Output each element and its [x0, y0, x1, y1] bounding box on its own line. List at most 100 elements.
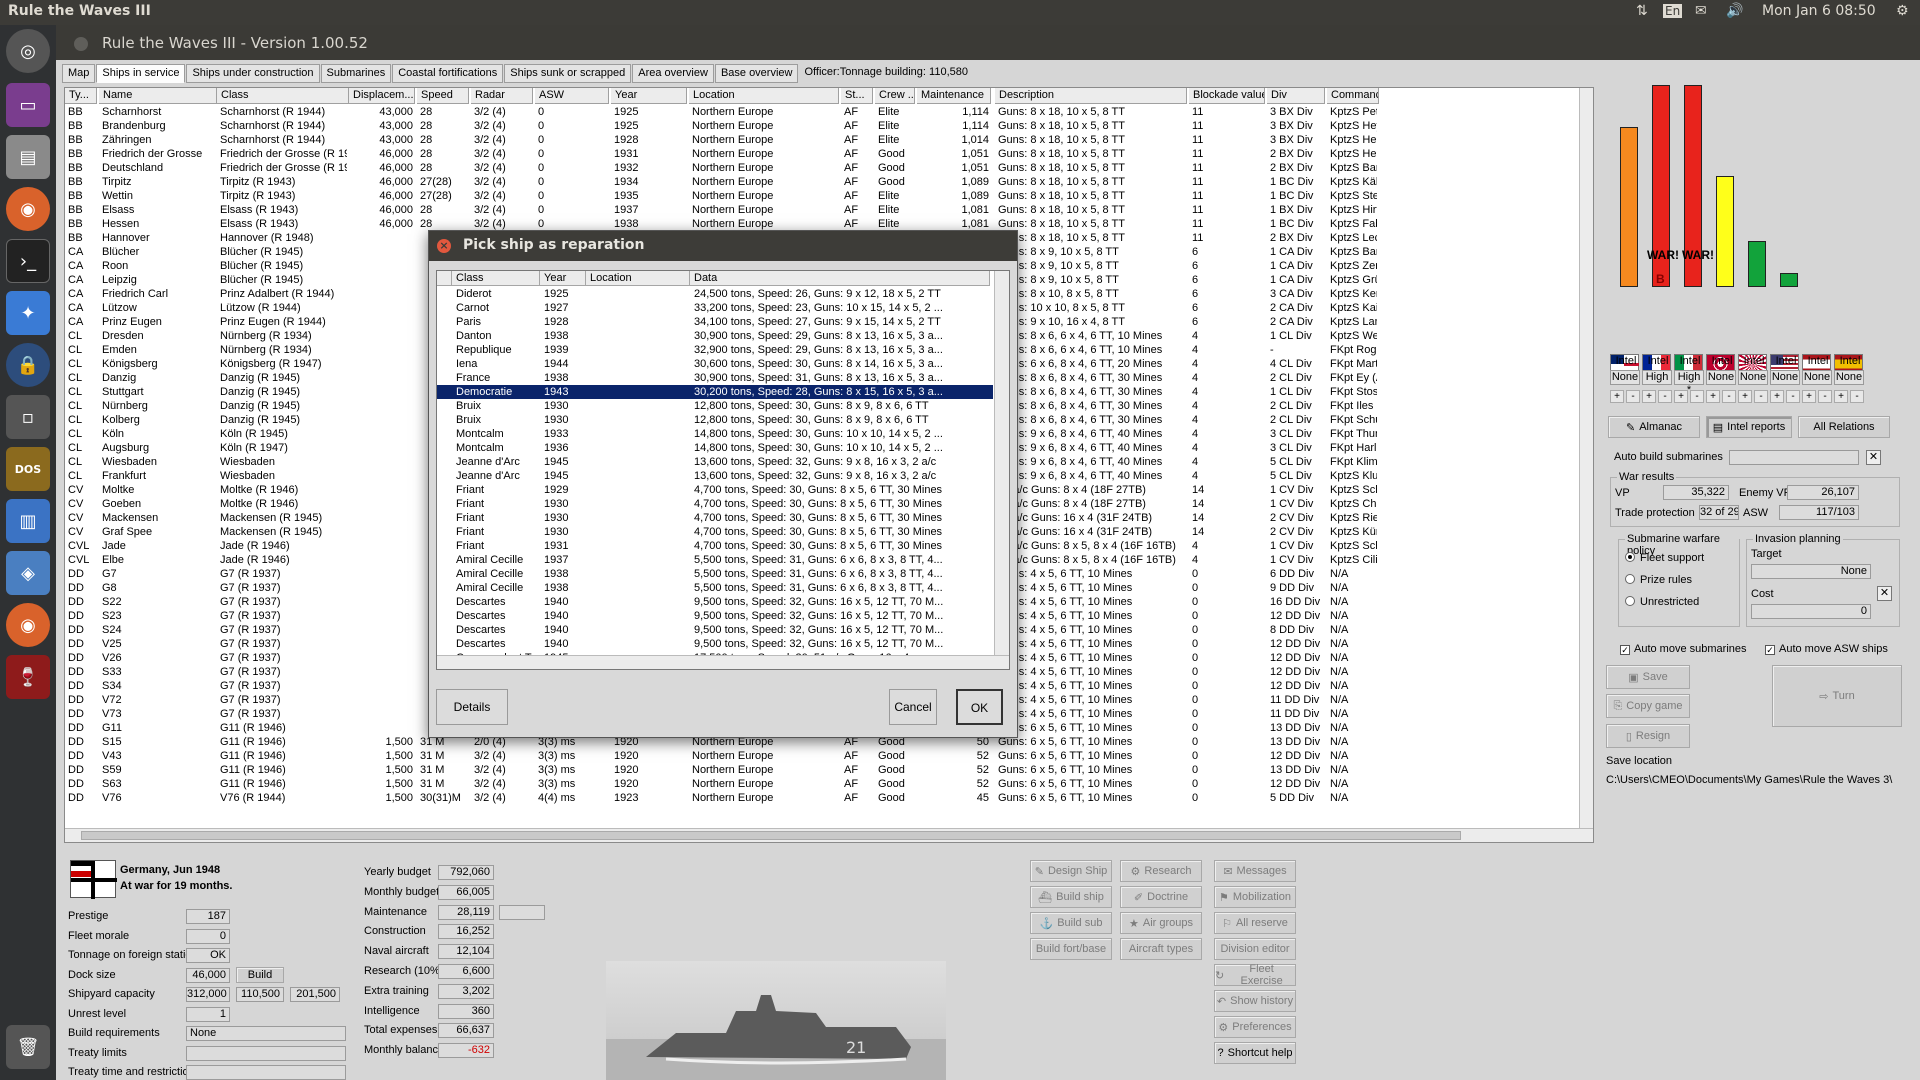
table-row[interactable]: BB Brandenburg Scharnhorst (R 1944) 43,000 2…	[65, 119, 1581, 133]
intel-level[interactable]: High	[1642, 370, 1672, 385]
tab-ships-under-construction[interactable]: Ships under construction	[186, 64, 320, 83]
reparation-row[interactable]: Bruix 1930 12,800 tons, Speed: 30, Guns: 8…	[437, 399, 993, 413]
column-header[interactable]: Displacem...	[349, 88, 415, 104]
reparation-row[interactable]: Amiral Cecille 1938 5,500 tons, Speed: 31,…	[437, 567, 993, 581]
dash-home-icon[interactable]: ◎	[6, 29, 50, 73]
intel-level[interactable]: None	[1802, 370, 1832, 385]
firefox-icon[interactable]: ◉	[6, 187, 50, 231]
reparation-row[interactable]: Jeanne d'Arc 1945 13,600 tons, Speed: 32, …	[437, 469, 993, 483]
dialog-horizontal-scrollbar[interactable]	[437, 655, 1009, 669]
intel-plus-icon[interactable]: +	[1738, 390, 1752, 403]
reparation-row[interactable]: Jeanne d'Arc 1945 13,600 tons, Speed: 32, …	[437, 455, 993, 469]
tab-submarines[interactable]: Submarines	[320, 64, 392, 83]
intel-plus-icon[interactable]: +	[1706, 390, 1720, 403]
reparation-row[interactable]: France 1938 30,900 tons, Speed: 31, Guns: …	[437, 371, 993, 385]
column-header[interactable]: Class	[217, 88, 349, 104]
action-button-preferences[interactable]: ⚙ Preferences	[1214, 1016, 1296, 1038]
reparation-row[interactable]: Friant 1929 4,700 tons, Speed: 30, Guns: 8…	[437, 483, 993, 497]
table-horizontal-scrollbar[interactable]	[65, 828, 1593, 842]
action-button-show-history[interactable]: ↶ Show history	[1214, 990, 1296, 1012]
reparation-row[interactable]: Friant 1930 4,700 tons, Speed: 30, Guns: 8…	[437, 525, 993, 539]
table-row[interactable]: DD S63 G11 (R 1946) 1,500 31 M 3/2 (4) 3(3) ms…	[65, 777, 1581, 791]
intel-level[interactable]: None	[1770, 370, 1800, 385]
trash-icon[interactable]: 🗑	[6, 1025, 50, 1069]
column-header[interactable]: Blockade value	[1189, 88, 1265, 104]
action-button-build-fort-base[interactable]: Build fort/base	[1030, 938, 1112, 960]
intel-minus-icon[interactable]: -	[1658, 390, 1672, 403]
column-header[interactable]: Location	[689, 88, 839, 104]
auto-move-subs-checkbox[interactable]: ✓ Auto move submarines	[1620, 643, 1747, 655]
reparation-row[interactable]: Friant 1931 4,700 tons, Speed: 30, Guns: 8…	[437, 539, 993, 553]
file-manager-icon[interactable]: ▤	[6, 135, 50, 179]
tab-ships-in-service[interactable]: Ships in service	[96, 64, 186, 83]
column-header[interactable]: Data	[690, 271, 990, 286]
action-button-fleet-exercise[interactable]: ↻ Fleet Exercise	[1214, 963, 1296, 987]
window-app-icon[interactable]: ▫	[6, 395, 50, 439]
column-header[interactable]: Div	[1267, 88, 1325, 104]
scroll-thumb[interactable]	[81, 831, 1461, 840]
dosbox-icon[interactable]: DOS	[6, 447, 50, 491]
ok-button[interactable]: OK	[956, 689, 1003, 725]
intel-minus-icon[interactable]: -	[1754, 390, 1768, 403]
intel-level[interactable]: None	[1706, 370, 1736, 385]
resign-button[interactable]: ▯ Resign	[1606, 724, 1690, 748]
reparation-row[interactable]: Montcalm 1936 14,800 tons, Speed: 30, Guns…	[437, 441, 993, 455]
intel-minus-icon[interactable]: -	[1818, 390, 1832, 403]
mail-icon[interactable]: ✉	[1695, 3, 1707, 19]
table-row[interactable]: DD V43 G11 (R 1946) 1,500 31 M 3/2 (4) 3(3) ms…	[65, 749, 1581, 763]
auto-build-subs-field[interactable]	[1729, 450, 1859, 465]
terminal-icon[interactable]: ›_	[6, 239, 50, 283]
table-vertical-scrollbar[interactable]	[1579, 88, 1593, 828]
action-button-build-sub[interactable]: ⚓ Build sub	[1030, 912, 1112, 934]
window-close-icon[interactable]	[74, 37, 88, 51]
reparation-row[interactable]: Descartes 1940 9,500 tons, Speed: 32, Guns…	[437, 623, 993, 637]
keyboard-layout-indicator[interactable]: En	[1663, 4, 1683, 18]
column-header[interactable]: Year	[540, 271, 586, 286]
action-button-air-groups[interactable]: ★ Air groups	[1120, 912, 1202, 934]
table-row[interactable]: BB Elsass Elsass (R 1943) 46,000 28 3/2 (4) 0 1…	[65, 203, 1581, 217]
tab-ships-sunk[interactable]: Ships sunk or scrapped	[504, 64, 632, 83]
details-button[interactable]: Details	[436, 689, 508, 725]
action-button-division-editor[interactable]: Division editor	[1214, 938, 1296, 960]
cost-clear-icon[interactable]: ✕	[1877, 586, 1892, 601]
policy-fleet-support[interactable]: Fleet support	[1625, 552, 1704, 564]
column-header[interactable]: St...	[841, 88, 873, 104]
colorful-app-icon[interactable]: ✦	[6, 291, 50, 335]
intel-minus-icon[interactable]: -	[1626, 390, 1640, 403]
reparation-row[interactable]: Republique 1939 32,900 tons, Speed: 29, Gu…	[437, 343, 993, 357]
action-button-mobilization[interactable]: ⚑ Mobilization	[1214, 886, 1296, 908]
reparation-row[interactable]: Carnot 1927 33,200 tons, Speed: 23, Guns: …	[437, 301, 993, 315]
tab-map[interactable]: Map	[62, 64, 96, 83]
action-button-research[interactable]: ⚙ Research	[1120, 860, 1202, 882]
cancel-button[interactable]: Cancel	[889, 689, 937, 725]
reparation-row[interactable]: Paris 1928 34,100 tons, Speed: 27, Guns: 9…	[437, 315, 993, 329]
table-row[interactable]: BB Scharnhorst Scharnhorst (R 1944) 43,000 2…	[65, 105, 1581, 119]
policy-prize-rules[interactable]: Prize rules	[1625, 574, 1692, 586]
auto-build-clear-icon[interactable]: ✕	[1866, 450, 1881, 465]
column-header[interactable]: Crew ...	[875, 88, 915, 104]
reparation-row[interactable]: Friant 1930 4,700 tons, Speed: 30, Guns: 8…	[437, 497, 993, 511]
action-button-design-ship[interactable]: ✎ Design Ship	[1030, 860, 1112, 882]
build-dock-button[interactable]: Build	[236, 967, 284, 983]
table-row[interactable]: BB Deutschland Friedrich der Grosse (R 194…	[65, 161, 1581, 175]
dialog-vertical-scrollbar[interactable]	[994, 271, 1009, 656]
column-header[interactable]: ASW	[535, 88, 609, 104]
table-row[interactable]: BB Friedrich der Grosse Friedrich der Gros…	[65, 147, 1581, 161]
table-row[interactable]: BB Wettin Tirpitz (R 1943) 46,000 27(28) 3/2 …	[65, 189, 1581, 203]
table-row[interactable]: DD S59 G11 (R 1946) 1,500 31 M 3/2 (4) 3(3) ms…	[65, 763, 1581, 777]
intel-minus-icon[interactable]: -	[1786, 390, 1800, 403]
column-header[interactable]: Year	[611, 88, 687, 104]
action-button-all-reserve[interactable]: ⚐ All reserve	[1214, 912, 1296, 934]
reparation-row[interactable]: Diderot 1925 24,500 tons, Speed: 26, Guns:…	[437, 287, 993, 301]
target-value[interactable]: None	[1751, 564, 1871, 579]
column-header[interactable]: Description	[995, 88, 1187, 104]
intel-minus-icon[interactable]: -	[1690, 390, 1704, 403]
network-icon[interactable]: ⇅	[1636, 3, 1648, 19]
intel-reports-button[interactable]: ▤ Intel reports	[1706, 416, 1792, 438]
auto-move-asw-checkbox[interactable]: ✓ Auto move ASW ships	[1765, 643, 1888, 655]
action-button-build-ship[interactable]: ⛴ Build ship	[1030, 886, 1112, 908]
reparation-row[interactable]: Descartes 1940 9,500 tons, Speed: 32, Guns…	[437, 595, 993, 609]
action-button-doctrine[interactable]: ✐ Doctrine	[1120, 886, 1202, 908]
copy-game-button[interactable]: ⎘ Copy game	[1606, 694, 1690, 718]
action-button-shortcut-help[interactable]: ? Shortcut help	[1214, 1042, 1296, 1064]
